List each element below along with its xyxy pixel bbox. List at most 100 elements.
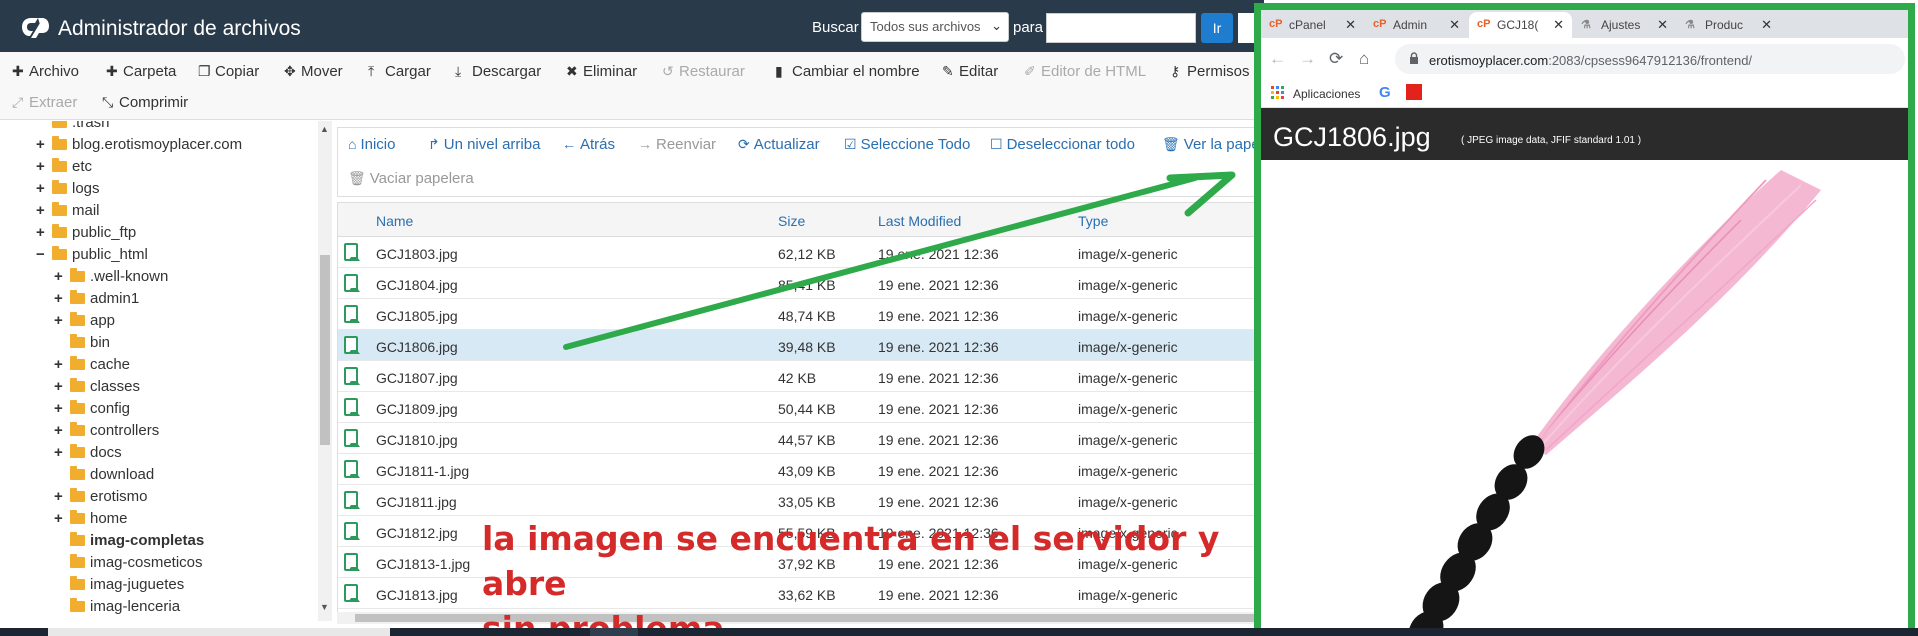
apps-bookmark[interactable]: Aplicaciones [1293,87,1360,101]
tree-folder-item[interactable]: + cache [54,356,130,378]
tree-folder-item[interactable]: download [54,466,154,488]
new-folder-button[interactable]: ✚ Carpeta [106,63,176,80]
expand-toggle-icon[interactable]: + [36,224,48,241]
close-icon[interactable]: ✕ [1657,17,1668,33]
tree-folder-item[interactable]: + classes [54,378,140,400]
tree-folder-item[interactable]: + blog.erotismoyplacer.com [36,136,242,158]
column-size[interactable]: Size [778,213,805,229]
delete-button[interactable]: ✖ Eliminar [566,63,637,80]
home-button[interactable]: ⌂ Inicio [348,136,396,153]
column-type[interactable]: Type [1078,213,1108,229]
reload-button[interactable]: ⟳ Actualizar [738,136,820,153]
expand-toggle-icon[interactable]: + [36,136,48,153]
tree-folder-item[interactable]: imag-juguetes [54,576,184,598]
copy-button[interactable]: ❐ Copiar [198,63,259,80]
expand-toggle-icon[interactable]: + [54,290,66,307]
tree-scrollbar-thumb[interactable] [320,255,330,445]
expand-toggle-icon[interactable]: + [54,312,66,329]
expand-toggle-icon[interactable]: + [36,180,48,197]
adobe-icon[interactable] [1406,84,1422,100]
expand-toggle-icon[interactable]: + [36,158,48,175]
file-size: 50,44 KB [778,401,836,417]
compress-button[interactable]: ⤡ Comprimir [102,94,188,111]
search-input[interactable] [1046,13,1196,43]
google-icon[interactable]: G [1379,84,1391,101]
tree-folder-item[interactable]: .trash [36,121,110,136]
tree-folder-item[interactable]: + mail [36,202,100,224]
expand-toggle-icon[interactable]: + [54,400,66,417]
tree-folder-item[interactable]: − public_html [36,246,148,268]
extract-button[interactable]: ⤢ Extraer [12,94,77,111]
table-row[interactable]: GCJ1807.jpg 42 KB 19 ene. 2021 12:36 image/… [338,361,1263,392]
table-row[interactable]: GCJ1804.jpg 85,41 KB 19 ene. 2021 12:36 ima… [338,268,1263,299]
tree-folder-item[interactable]: + controllers [54,422,159,444]
expand-toggle-icon[interactable]: + [54,378,66,395]
tree-folder-item[interactable]: + home [54,510,128,532]
permissions-button[interactable]: ⚷ Permisos [1170,63,1250,80]
tree-folder-item[interactable]: + admin1 [54,290,139,312]
table-row[interactable]: GCJ1806.jpg 39,48 KB 19 ene. 2021 12:36 ima… [338,330,1263,361]
expand-toggle-icon[interactable]: + [54,488,66,505]
expand-toggle-icon[interactable]: + [54,444,66,461]
table-row[interactable]: GCJ1809.jpg 50,44 KB 19 ene. 2021 12:36 ima… [338,392,1263,423]
tree-folder-item[interactable]: + erotismo [54,488,148,510]
search-scope-select[interactable]: Todos sus archivos ⌄ [861,12,1009,42]
expand-toggle-icon[interactable]: + [54,356,66,373]
table-row[interactable]: GCJ1811.jpg 33,05 KB 19 ene. 2021 12:36 ima… [338,485,1263,516]
tab-cpanel[interactable]: cP cPanel ✕ [1261,12,1364,38]
scroll-up-icon[interactable]: ▲ [320,124,329,134]
tree-folder-item[interactable]: + logs [36,180,100,202]
table-row[interactable]: GCJ1803.jpg 62,12 KB 19 ene. 2021 12:36 ima… [338,237,1263,268]
download-button[interactable]: ⤓ Descargar [455,63,541,80]
home-icon[interactable]: ⌂ [1359,49,1369,69]
edit-button[interactable]: ✎ Editar [942,63,998,80]
apps-grid-icon[interactable] [1271,86,1285,100]
tree-folder-item[interactable]: imag-lenceria [54,598,180,620]
expand-toggle-icon[interactable]: + [36,202,48,219]
scroll-down-icon[interactable]: ▼ [320,602,329,612]
tree-folder-item[interactable]: + etc [36,158,92,180]
forward-button[interactable]: → Reenviar [638,136,716,153]
expand-toggle-icon[interactable]: + [54,268,66,285]
move-button[interactable]: ✥ Mover [284,63,343,80]
close-icon[interactable]: ✕ [1761,17,1772,33]
tree-folder-item[interactable]: + app [54,312,115,334]
tab-productos[interactable]: ⚗ Produc ✕ [1677,12,1780,38]
expand-toggle-icon[interactable]: + [54,422,66,439]
up-one-level-button[interactable]: ↱ Un nivel arriba [428,136,540,153]
restore-button[interactable]: ↺ Restaurar [662,63,745,80]
tree-folder-item[interactable]: + .well-known [54,268,168,290]
reload-icon[interactable]: ⟳ [1329,49,1343,69]
table-row[interactable]: GCJ1811-1.jpg 43,09 KB 19 ene. 2021 12:36 i… [338,454,1263,485]
select-all-button[interactable]: ☑ Seleccione Todo [844,136,970,153]
close-icon[interactable]: ✕ [1449,17,1460,33]
tree-folder-item[interactable]: + config [54,400,130,422]
close-icon[interactable]: ✕ [1553,17,1564,33]
rename-button[interactable]: ▮ Cambiar el nombre [775,63,920,80]
html-editor-button[interactable]: ✐ Editor de HTML [1024,63,1146,80]
tree-folder-item[interactable]: bin [54,334,110,356]
expand-toggle-icon[interactable]: + [54,510,66,527]
column-last-modified[interactable]: Last Modified [878,213,961,229]
back-arrow-icon[interactable]: ← [1269,49,1286,69]
column-name[interactable]: Name [376,213,413,229]
new-file-button[interactable]: ✚ Archivo [12,63,79,80]
empty-trash-button[interactable]: 🗑 Vaciar papelera [348,170,474,187]
tab-admin[interactable]: cP Admin ✕ [1365,12,1468,38]
tab-image[interactable]: cP GCJ18(✕ [1469,12,1572,38]
table-row[interactable]: GCJ1805.jpg 48,74 KB 19 ene. 2021 12:36 ima… [338,299,1263,330]
forward-arrow-icon[interactable]: → [1299,49,1316,69]
tree-folder-item[interactable]: + docs [54,444,122,466]
tree-folder-item[interactable]: imag-completas [54,532,204,554]
collapse-toggle-icon[interactable]: − [36,246,48,263]
tree-folder-item[interactable]: imag-cosmeticos [54,554,203,576]
tab-ajustes[interactable]: ⚗ Ajustes ✕ [1573,12,1676,38]
deselect-all-button[interactable]: ☐ Deseleccionar todo [990,136,1135,153]
tree-folder-label: .trash [72,121,110,131]
go-button[interactable]: Ir [1201,13,1233,43]
tree-folder-item[interactable]: + public_ftp [36,224,136,246]
close-icon[interactable]: ✕ [1345,17,1356,33]
table-row[interactable]: GCJ1810.jpg 44,57 KB 19 ene. 2021 12:36 ima… [338,423,1263,454]
back-button[interactable]: ← Atrás [562,136,615,153]
upload-button[interactable]: ⤒ Cargar [368,63,431,80]
